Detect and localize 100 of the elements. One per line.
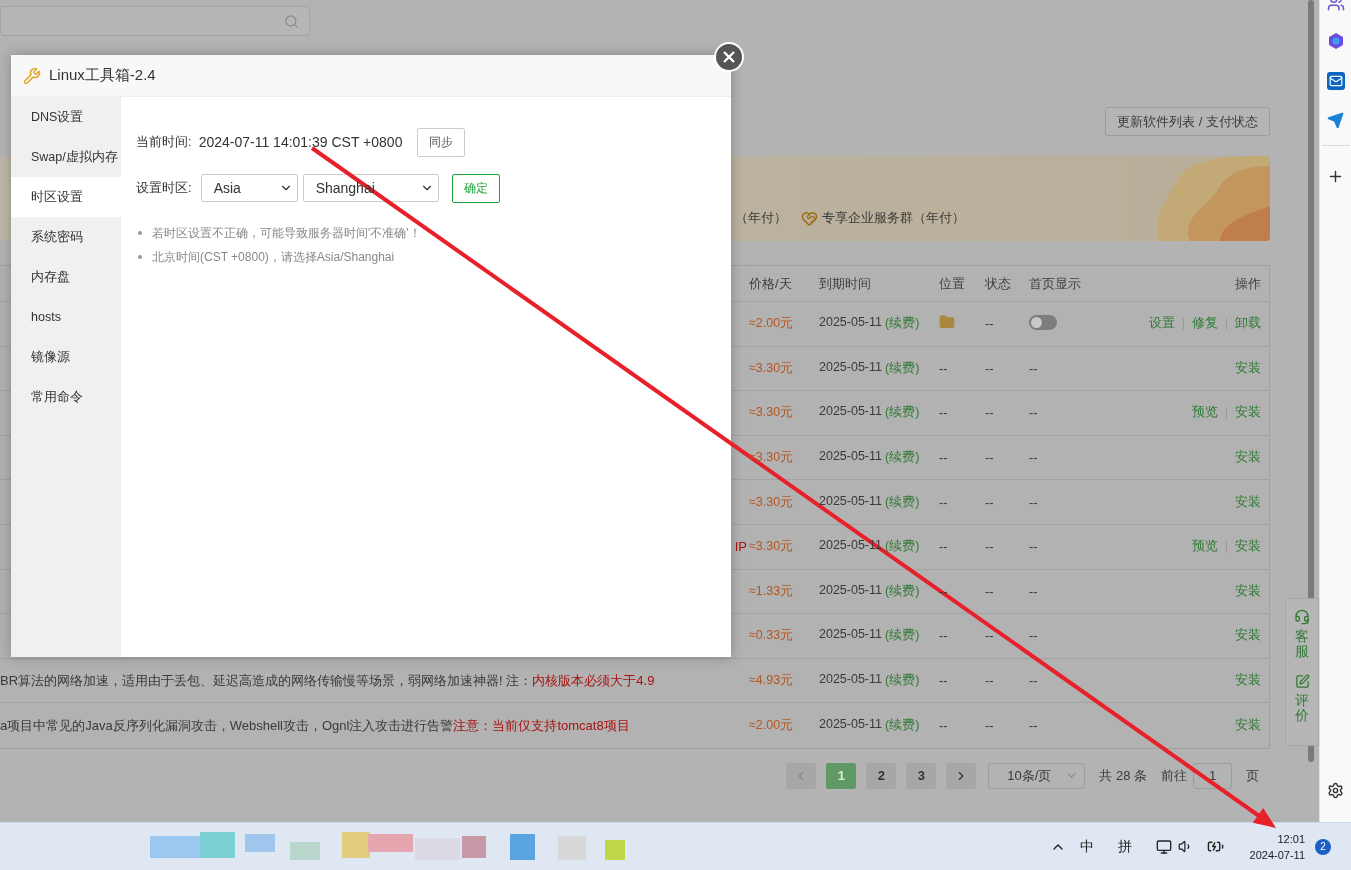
menu-item[interactable]: 时区设置 [11, 177, 121, 217]
headset-icon [1294, 609, 1310, 625]
menu-item[interactable]: hosts [11, 297, 121, 337]
app-icon[interactable] [1326, 32, 1345, 50]
table-cell: -- [985, 628, 994, 644]
action-link[interactable]: 安装 [1235, 538, 1261, 556]
table-cell: -- [985, 316, 994, 332]
price-text: ≈2.00元 [749, 315, 794, 333]
renew-link[interactable]: (续费) [885, 404, 920, 422]
region-select[interactable]: Asia [200, 174, 298, 202]
page-unit: 页 [1246, 766, 1259, 785]
ime-indicator[interactable]: 拼 [1117, 837, 1132, 856]
menu-item[interactable]: 系统密码 [11, 217, 121, 257]
table-cell: -- [985, 450, 994, 466]
bullet-icon [138, 231, 142, 235]
column-header: 到期时间 [819, 274, 872, 293]
action-link[interactable]: 安装 [1235, 449, 1261, 467]
renew-link[interactable]: (续费) [885, 717, 920, 735]
menu-item[interactable]: Swap/虚拟内存 [11, 137, 121, 177]
renew-link[interactable]: (续费) [885, 449, 920, 467]
banner-text: （年付） [735, 209, 787, 227]
confirm-button[interactable]: 确定 [451, 173, 500, 203]
search-icon [284, 13, 299, 29]
zone-label: 设置时区: [136, 179, 192, 197]
renew-link[interactable]: (续费) [885, 359, 920, 377]
total-text: 共 28 条 [1099, 766, 1147, 785]
notification-badge[interactable]: 2 [1315, 838, 1331, 855]
ime-mode[interactable]: 中 [1079, 837, 1094, 856]
table-cell: -- [1029, 628, 1038, 644]
expiry-date: 2025-05-11 [819, 717, 882, 734]
action-link[interactable]: 卸载 [1235, 315, 1261, 333]
expiry-date: 2025-05-11 [819, 672, 882, 689]
action-link[interactable]: 修复 [1192, 315, 1218, 333]
table-cell: -- [1029, 494, 1038, 510]
page-size-select[interactable]: 10条/页 [988, 762, 1086, 789]
people-icon[interactable] [1326, 0, 1345, 12]
table-cell: -- [939, 583, 948, 599]
note-text: 若时区设置不正确，可能导致服务器时间'不准确'！ [152, 225, 421, 241]
price-text: ≈0.33元 [749, 627, 794, 645]
expiry-date: 2025-05-11 [819, 493, 882, 510]
page-button[interactable]: 1 [826, 762, 857, 789]
renew-link[interactable]: (续费) [885, 627, 920, 645]
action-link[interactable]: 安装 [1235, 672, 1261, 690]
mail-app-icon[interactable] [1326, 72, 1345, 90]
table-cell: -- [939, 718, 948, 734]
banner-text: 专享企业服务群（年付） [822, 209, 965, 227]
renew-link[interactable]: (续费) [885, 538, 920, 556]
price-text: ≈3.30元 [749, 359, 794, 377]
search-field[interactable] [0, 6, 310, 36]
renew-link[interactable]: (续费) [885, 582, 920, 600]
time-label: 当前时间: [136, 133, 192, 151]
bullet-icon [138, 255, 142, 259]
table-cell: -- [1029, 405, 1038, 421]
tools-icon [23, 66, 41, 85]
refresh-button[interactable]: 更新软件列表 / 支付状态 [1105, 107, 1270, 136]
menu-item[interactable]: 常用命令 [11, 377, 121, 417]
description-text: BR算法的网络加速，适用由于丢包、延迟高造成的网络传输慢等场景，弱网络加速神器! 注：内核版本必须大于4.9 [0, 671, 656, 690]
action-link[interactable]: 安装 [1235, 582, 1261, 600]
page-button[interactable]: 2 [866, 762, 897, 789]
renew-link[interactable]: (续费) [885, 315, 920, 333]
menu-item[interactable]: 内存盘 [11, 257, 121, 297]
table-cell: -- [985, 539, 994, 555]
expiry-date: 2025-05-11 [819, 449, 882, 466]
menu-item[interactable]: 镜像源 [11, 337, 121, 377]
dialog-title: Linux工具箱-2.4 [49, 66, 156, 85]
network-icon[interactable] [1155, 838, 1172, 855]
menu-item[interactable]: DNS设置 [11, 97, 121, 137]
action-link[interactable]: 安装 [1235, 627, 1261, 645]
note-text: 北京时间(CST +0800)，请选择Asia/Shanghai [152, 249, 395, 265]
price-text: ≈3.30元 [749, 493, 794, 511]
expiry-date: 2025-05-11 [819, 582, 882, 599]
float-link[interactable]: 客服 [1295, 609, 1309, 660]
sync-button[interactable]: 同步 [417, 127, 466, 157]
table-cell: -- [985, 494, 994, 510]
expiry-date: 2025-05-11 [819, 315, 882, 332]
page-button[interactable]: 3 [906, 762, 937, 789]
table-cell: -- [939, 360, 948, 376]
action-link[interactable]: 安装 [1235, 359, 1261, 377]
paper-plane-icon[interactable] [1327, 112, 1344, 129]
toggle-switch[interactable] [1029, 314, 1057, 330]
expiry-date: 2025-05-11 [819, 627, 882, 644]
table-cell: -- [1029, 539, 1038, 555]
action-link[interactable]: 安装 [1235, 493, 1261, 511]
column-header: 价格/天 [749, 274, 793, 293]
action-link[interactable]: 安装 [1235, 717, 1261, 735]
action-link[interactable]: 预览 [1192, 404, 1218, 422]
expiry-date: 2025-05-11 [819, 359, 882, 376]
table-cell: -- [1029, 673, 1038, 689]
table-cell: -- [985, 718, 994, 734]
float-link[interactable]: 评价 [1295, 673, 1309, 724]
clock[interactable]: 12:01 2024-07-11 [1249, 830, 1305, 863]
table-cell: -- [1029, 718, 1038, 734]
renew-link[interactable]: (续费) [885, 493, 920, 511]
action-link[interactable]: 设置 [1149, 315, 1175, 333]
action-link[interactable]: 安装 [1235, 404, 1261, 422]
add-icon[interactable] [1327, 168, 1344, 185]
settings-icon[interactable] [1327, 782, 1344, 799]
action-link[interactable]: 预览 [1192, 538, 1218, 556]
renew-link[interactable]: (续费) [885, 672, 920, 690]
table-cell: -- [985, 583, 994, 599]
